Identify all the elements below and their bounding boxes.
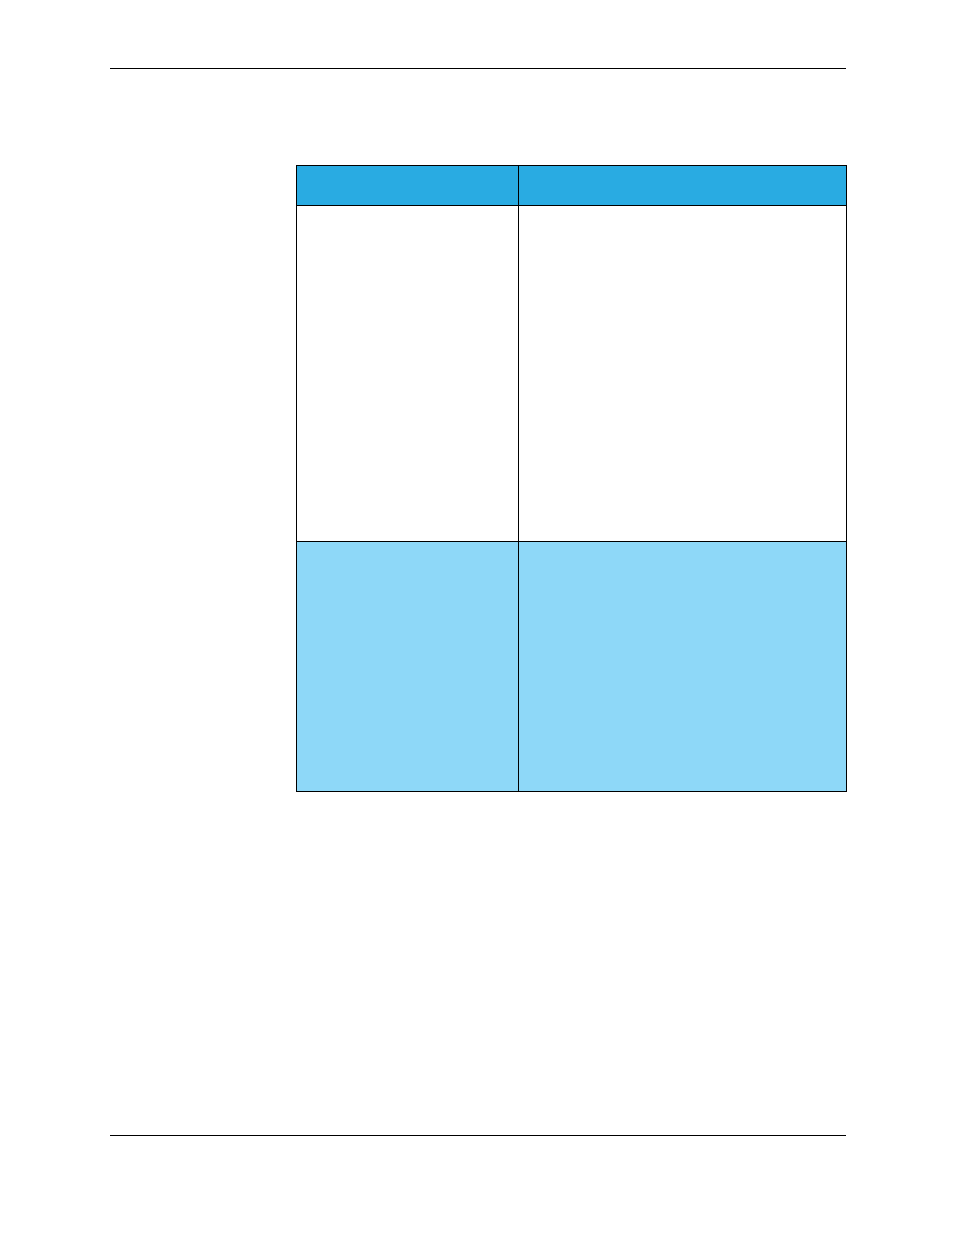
table-row [297, 206, 847, 542]
bottom-horizontal-rule [110, 1135, 846, 1136]
table-header-row [297, 166, 847, 206]
table-row [297, 542, 847, 792]
document-table [296, 165, 847, 792]
top-horizontal-rule [110, 68, 846, 69]
table-cell [519, 206, 847, 542]
table-header-cell-right [519, 166, 847, 206]
table-header-cell-left [297, 166, 519, 206]
table-container [296, 165, 846, 792]
document-page [0, 0, 954, 1235]
table-cell [297, 206, 519, 542]
table-cell [297, 542, 519, 792]
table-cell [519, 542, 847, 792]
